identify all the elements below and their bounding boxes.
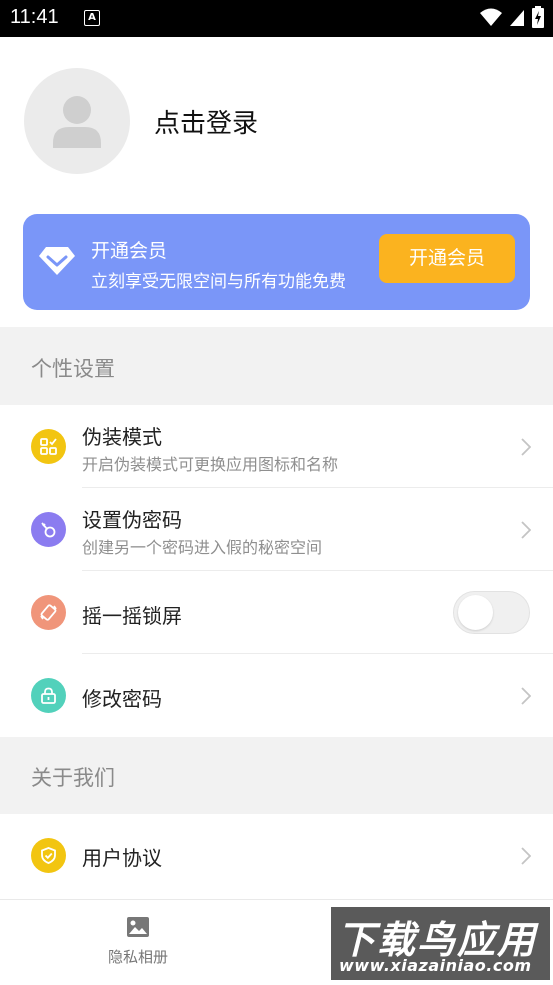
- battery-icon: [532, 6, 544, 28]
- section-title: 个性设置: [31, 357, 115, 381]
- chevron-right-icon: [521, 438, 531, 456]
- login-link[interactable]: 点击登录: [154, 103, 258, 140]
- settings-item-shake-lock: 摇一摇锁屏: [0, 571, 553, 654]
- settings-item-title: 设置伪密码: [82, 508, 182, 532]
- settings-item-user-agreement[interactable]: 用户协议: [0, 814, 553, 897]
- watermark-url: www.xiazainiao.com: [339, 956, 532, 975]
- settings-item-title: 用户协议: [82, 846, 162, 870]
- status-icons: [479, 6, 545, 30]
- settings-item-title: 修改密码: [82, 687, 162, 711]
- settings-item-subtitle: 创建另一个密码进入假的秘密空间: [82, 538, 323, 557]
- status-bar: 11:41 A: [0, 0, 553, 37]
- chevron-right-icon: [521, 687, 531, 705]
- toggle-knob: [458, 595, 493, 630]
- profile-header: 点击登录: [0, 37, 553, 207]
- settings-item-subtitle: 开启伪装模式可更换应用图标和名称: [82, 455, 339, 474]
- status-time: 11:41: [10, 6, 59, 28]
- settings-item-title: 伪装模式: [82, 425, 162, 449]
- signal-icon: [509, 10, 524, 26]
- chevron-right-icon: [521, 847, 531, 865]
- avatar[interactable]: [24, 68, 130, 174]
- grid-check-icon: [31, 429, 66, 464]
- open-vip-button[interactable]: 开通会员: [379, 234, 515, 283]
- tab-private-album[interactable]: 隐私相册: [38, 900, 238, 985]
- a-icon: A: [84, 10, 100, 26]
- shake-lock-toggle[interactable]: [453, 591, 530, 634]
- lock-icon: [31, 678, 66, 713]
- vip-subtitle: 立刻享受无限空间与所有功能免费: [91, 272, 346, 292]
- settings-item-fake-password[interactable]: 设置伪密码 创建另一个密码进入假的秘密空间: [0, 488, 553, 571]
- section-header-about: 关于我们: [0, 737, 553, 814]
- section-title: 关于我们: [31, 766, 115, 790]
- chevron-right-icon: [521, 521, 531, 539]
- tab-label: 隐私相册: [107, 948, 168, 966]
- section-header-personal: 个性设置: [0, 327, 553, 405]
- settings-item-title: 摇一摇锁屏: [82, 604, 182, 628]
- settings-item-change-password[interactable]: 修改密码: [0, 654, 553, 737]
- wifi-icon: [479, 8, 502, 26]
- settings-item-disguise-mode[interactable]: 伪装模式 开启伪装模式可更换应用图标和名称: [0, 405, 553, 488]
- image-icon: [127, 917, 149, 937]
- key-icon: [31, 512, 66, 547]
- vip-title: 开通会员: [91, 240, 168, 262]
- shake-phone-icon: [31, 595, 66, 630]
- shield-check-icon: [31, 838, 66, 873]
- vip-banner: 开通会员 立刻享受无限空间与所有功能免费 开通会员: [23, 214, 530, 310]
- diamond-icon: [39, 247, 75, 275]
- watermark-logo: 下载鸟应用 www.xiazainiao.com: [331, 907, 550, 980]
- user-icon: [53, 96, 101, 148]
